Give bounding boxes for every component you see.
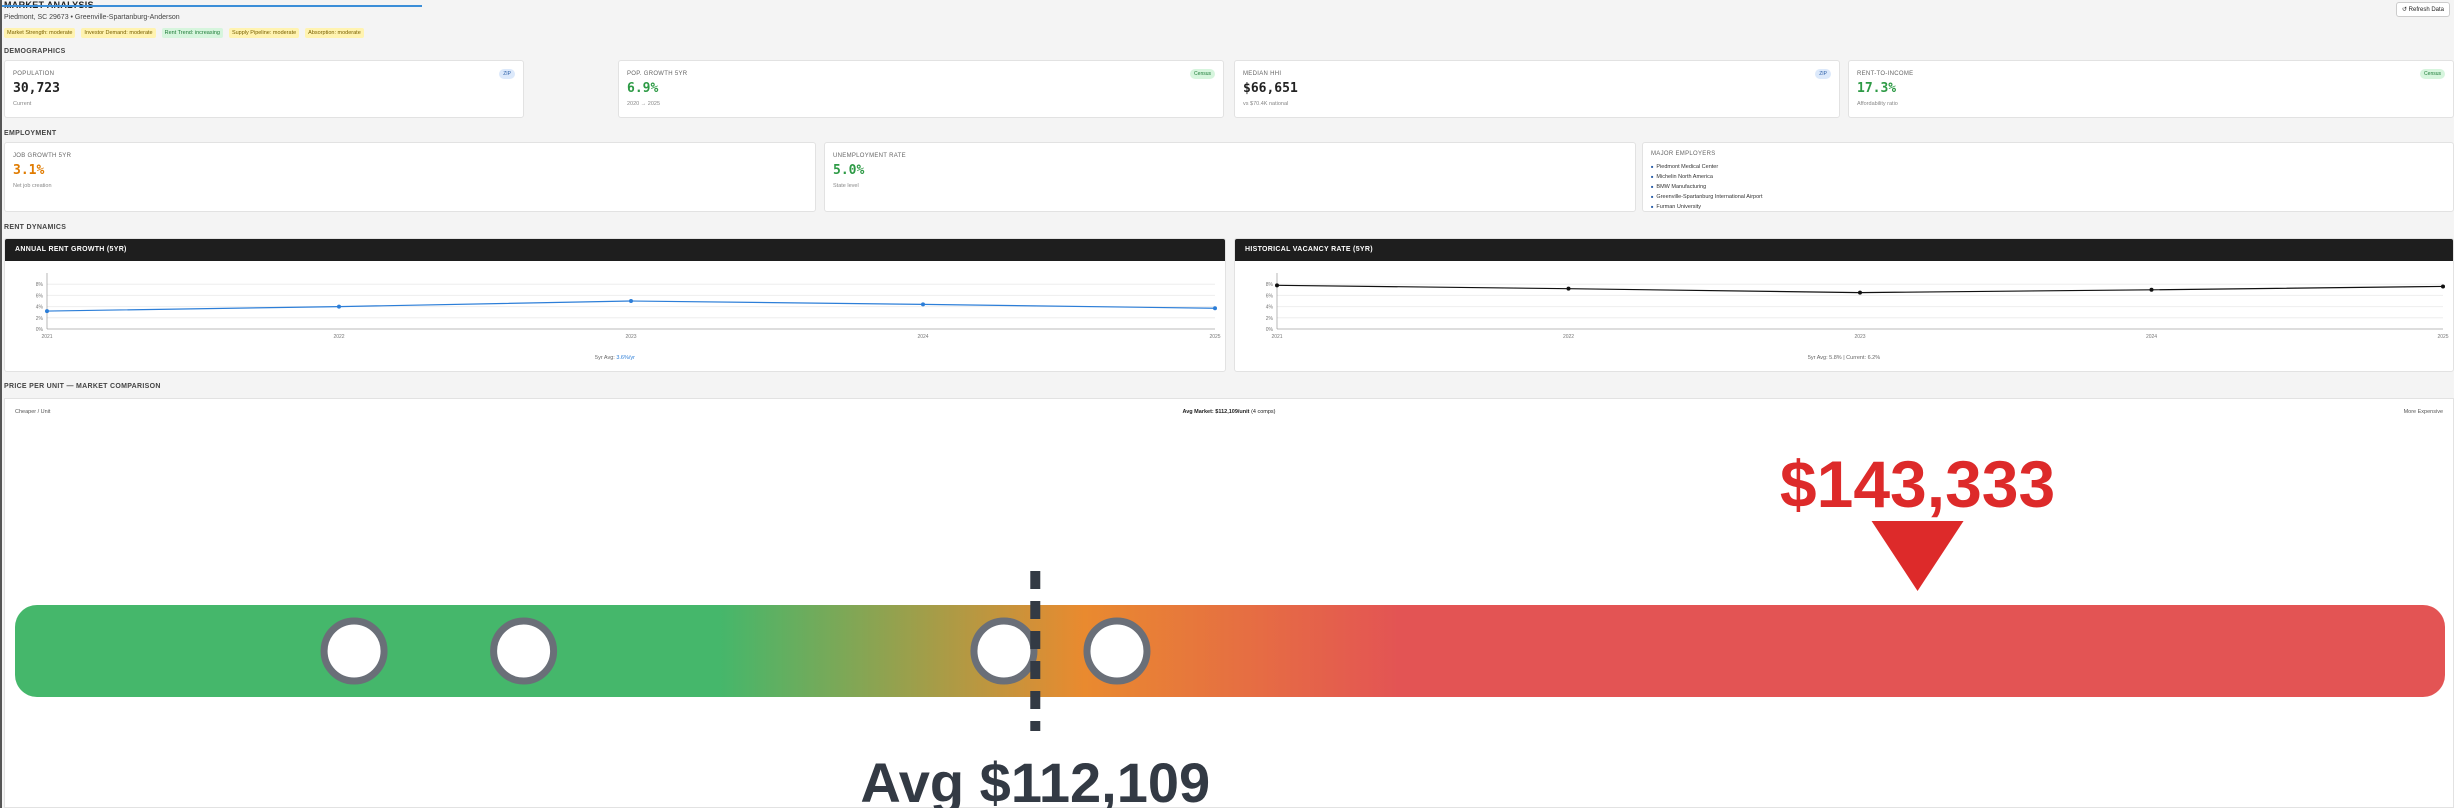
card-label: UNEMPLOYMENT RATE [833, 153, 906, 159]
list-item: Greenville-Spartanburg International Air… [1651, 192, 1762, 202]
vacancy-chart: 0% 2% 4% 6% 8% 2021 2022 2023 2024 2025 [1266, 273, 2449, 340]
y-tick-label: 6% [1266, 293, 1274, 299]
chart-title: ANNUAL RENT GROWTH (5YR) [5, 239, 1225, 261]
y-tick-label: 4% [36, 305, 44, 311]
card-population: POPULATION 30,723 Current ZIP [4, 60, 524, 118]
card-label: POPULATION [13, 71, 55, 77]
x-tick-label: 2024 [2146, 334, 2157, 340]
y-tick-label: 0% [36, 327, 44, 333]
card-label: MAJOR EMPLOYERS [1651, 151, 1716, 157]
card-value: 6.9% [627, 81, 659, 96]
data-point [337, 304, 341, 309]
card-rent-to-income: RENT-TO-INCOME 17.3% Affordability ratio… [1848, 60, 2454, 118]
tag-rent-trend: Rent Trend: increasing [161, 28, 223, 38]
card-median-hhi: MEDIAN HHI $66,651 vs $70.4K national ZI… [1234, 60, 1840, 118]
x-tick-label: 2023 [625, 334, 636, 340]
card-sub: 2020 → 2025 [627, 101, 661, 107]
data-point [2441, 284, 2445, 289]
market-tags: Market Strength: moderate Investor Deman… [4, 28, 364, 38]
card-label: JOB GROWTH 5YR [13, 153, 72, 159]
y-tick-label: 2% [1266, 316, 1274, 322]
card-value: 5.0% [833, 163, 865, 178]
chart-footer: 5yr Avg: 3.6%/yr [5, 355, 1225, 361]
card-sub: vs $70.4K national [1243, 101, 1289, 107]
list-item: Piedmont Medical Center [1651, 162, 1763, 172]
section-employment: EMPLOYMENT [4, 130, 57, 137]
y-tick-label: 2% [36, 316, 44, 322]
card-sub: Net job creation [13, 183, 52, 189]
rent-growth-chart: 0% 2% 4% 6% 8% 2021 2022 2023 2024 2025 [36, 273, 1221, 340]
data-point [2149, 287, 2154, 292]
card-unemployment: UNEMPLOYMENT RATE 5.0% State level [824, 142, 1636, 212]
tag-absorption: Absorption: moderate [305, 28, 364, 38]
vacancy-chart-card: HISTORICAL VACANCY RATE (5YR) 0% 2% 4% 6% 8%… [1234, 238, 2454, 372]
x-tick-label: 2023 [1854, 334, 1865, 340]
data-point [45, 309, 49, 314]
card-value: $66,651 [1243, 81, 1298, 96]
chart-footer-value: 3.6%/yr [616, 355, 635, 361]
y-tick-label: 8% [1266, 282, 1274, 288]
x-tick-label: 2024 [917, 334, 928, 340]
price-comparison-card: Cheaper / Unit Avg Market: $112,109/unit… [4, 398, 2454, 808]
x-tick-label: 2021 [41, 334, 52, 340]
card-pop-growth: POP. GROWTH 5YR 6.9% 2020 → 2025 Census [618, 60, 1224, 118]
data-point [1858, 290, 1862, 295]
card-job-growth: JOB GROWTH 5YR 3.1% Net job creation [4, 142, 816, 212]
refresh-data-button[interactable]: ↺ Refresh Data [2395, 2, 2450, 17]
data-point [629, 299, 633, 303]
data-point [1566, 286, 1571, 291]
section-rent-dynamics: RENT DYNAMICS [4, 224, 67, 231]
chart-footer: 5yr Avg: 5.8% | Current: 6.2% [1807, 355, 1881, 361]
price-gauge: Avg $112,109 $143,333 [15, 447, 2445, 808]
card-value: 30,723 [13, 81, 60, 96]
section-price-comparison: PRICE PER UNIT — MARKET COMPARISON [4, 383, 161, 390]
card-sub: State level [833, 183, 859, 189]
source-badge: ZIP [1815, 69, 1831, 79]
x-tick-label: 2021 [1271, 334, 1282, 340]
page-subtitle: Piedmont, SC 29673 • Greenville-Spartanb… [4, 14, 180, 21]
card-sub: Current [13, 101, 32, 107]
card-label: MEDIAN HHI [1243, 71, 1282, 77]
card-sub: Affordability ratio [1857, 101, 1898, 107]
y-tick-label: 8% [36, 282, 44, 288]
y-tick-label: 4% [1266, 305, 1274, 311]
card-value: 3.1% [13, 163, 45, 178]
title-underline [2, 5, 422, 7]
tag-supply-pipeline: Supply Pipeline: moderate [228, 28, 300, 38]
x-tick-label: 2025 [1209, 334, 1220, 340]
card-label: POP. GROWTH 5YR [627, 71, 688, 77]
x-tick-label: 2022 [333, 334, 344, 340]
chart-footer-prefix: 5yr Avg: [595, 355, 617, 361]
data-point [1213, 306, 1217, 311]
comp-marker [1083, 617, 1151, 685]
data-point [1275, 283, 1279, 288]
source-badge: Census [1190, 69, 1215, 79]
rent-growth-chart-card: ANNUAL RENT GROWTH (5YR) 0% 2% 4% 6% 8% 2021 2… [4, 238, 1226, 372]
x-tick-label: 2025 [2437, 334, 2448, 340]
x-tick-label: 2022 [1563, 334, 1574, 340]
list-item: BMW Manufacturing [1651, 182, 1763, 192]
section-demographics: DEMOGRAPHICS [4, 48, 66, 55]
chart-title: HISTORICAL VACANCY RATE (5YR) [1235, 239, 2453, 261]
market-analysis-page: MARKET ANALYSIS Piedmont, SC 29673 • Gre… [0, 0, 2454, 808]
card-value: 17.3% [1857, 81, 1897, 96]
data-point [921, 302, 925, 307]
avg-label: Avg $112,109 [860, 751, 1210, 808]
comp-marker [320, 617, 388, 685]
comp-marker [970, 617, 1038, 685]
y-tick-label: 6% [36, 293, 44, 299]
card-label: RENT-TO-INCOME [1857, 71, 1914, 77]
list-item: Michelin North America [1651, 172, 1763, 182]
subject-marker [1871, 521, 1964, 591]
list-item: Furman University [1651, 202, 1763, 212]
tag-market-strength: Market Strength: moderate [4, 28, 76, 38]
y-tick-label: 0% [1266, 327, 1274, 333]
source-badge: Census [2420, 69, 2445, 79]
tag-investor-demand: Investor Demand: moderate [81, 28, 156, 38]
subject-price-label: $143,333 [1780, 447, 2055, 521]
employer-list: Piedmont Medical Center Michelin North A… [1651, 162, 1763, 212]
comp-marker [490, 617, 558, 685]
source-badge: ZIP [499, 69, 515, 79]
card-major-employers: MAJOR EMPLOYERS Piedmont Medical Center … [1642, 142, 2454, 212]
